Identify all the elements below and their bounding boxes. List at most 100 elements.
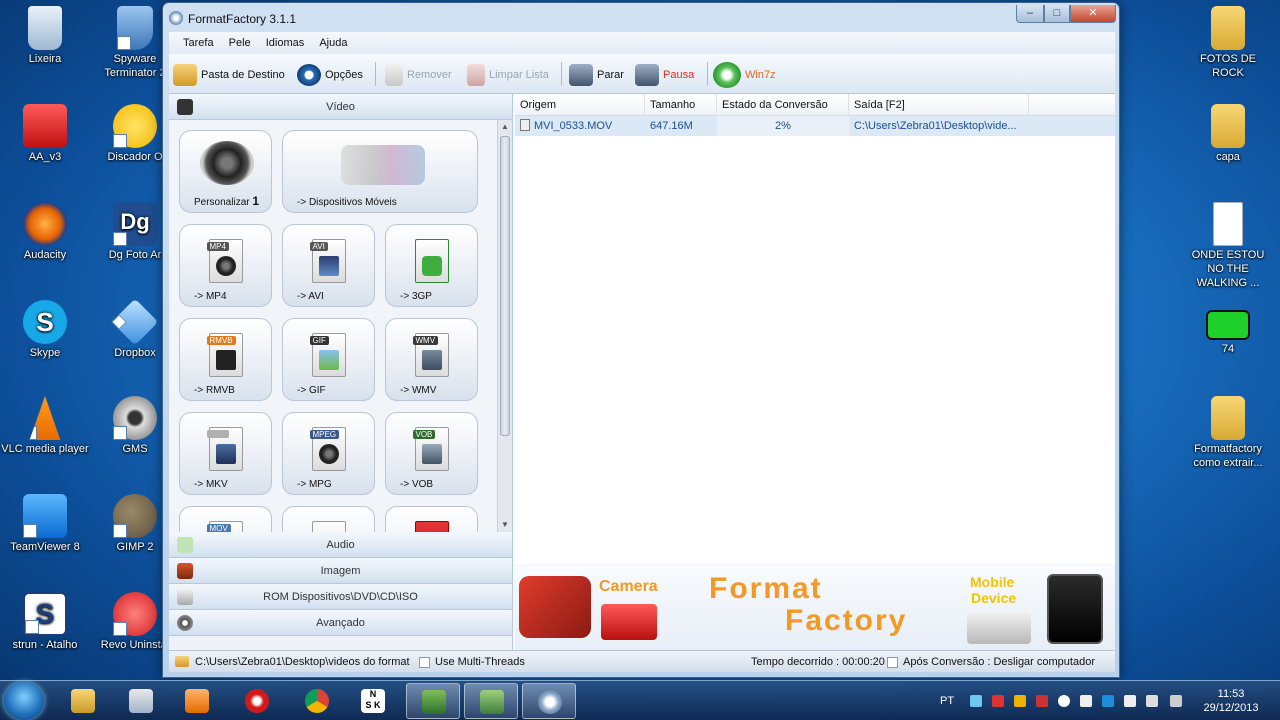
table-row[interactable]: MVI_0533.MOV 647.16M 2% C:\Users\Zebra01… — [515, 116, 1115, 136]
paint-icon — [129, 689, 153, 713]
signal-icon[interactable] — [1170, 695, 1182, 707]
desktop-icon-teamviewer[interactable]: TeamViewer 8 — [0, 494, 90, 554]
camcorder-icon — [519, 576, 591, 638]
remove-button[interactable]: Remover — [385, 62, 452, 88]
menu-tarefa[interactable]: Tarefa — [177, 32, 220, 54]
audacity-icon — [23, 202, 67, 246]
title-bar[interactable]: FormatFactory 3.1.1 – □ ✕ — [163, 3, 1119, 31]
pause-button[interactable]: Pausa — [635, 62, 694, 88]
taskbar-chrome[interactable] — [290, 683, 344, 719]
desktop-icon-fotos-de-rock[interactable]: FOTOS DE ROCK — [1183, 6, 1273, 80]
tile-mobile-devices[interactable]: -> Dispositivos Móveis — [282, 130, 478, 213]
folder-icon — [1211, 396, 1245, 440]
win7z-button[interactable]: Win7z — [713, 62, 776, 89]
video-grid-scrollbar[interactable]: ▲ ▼ — [497, 120, 512, 532]
desktop-icon-strun[interactable]: S strun - Atalho — [0, 592, 90, 652]
tile-mpg[interactable]: MPEG -> MPG — [282, 412, 375, 495]
menu-pele[interactable]: Pele — [223, 32, 257, 54]
category-audio[interactable]: Audio — [169, 532, 512, 558]
taskbar-media-player[interactable] — [170, 683, 224, 719]
start-button[interactable] — [4, 682, 44, 720]
tile-mov[interactable]: MOV — [179, 506, 272, 532]
tile-mkv[interactable]: -> MKV — [179, 412, 272, 495]
skype-icon: S — [23, 300, 67, 344]
desktop-icon-label: TeamViewer 8 — [10, 541, 80, 553]
tile-gif-label: -> GIF — [297, 385, 326, 396]
flag-icon[interactable] — [1124, 695, 1136, 707]
checkbox-icon — [887, 656, 898, 668]
tile-swf[interactable] — [385, 506, 478, 532]
tile-vob[interactable]: VOB -> VOB — [385, 412, 478, 495]
desktop-icon-skype[interactable]: S Skype — [0, 300, 90, 360]
column-header-saida[interactable]: Saída [F2] — [849, 94, 1029, 116]
taskbar-app-green-2[interactable] — [464, 683, 518, 719]
tile-3gp[interactable]: -> 3GP — [385, 224, 478, 307]
tile-avi[interactable]: AVI -> AVI — [282, 224, 375, 307]
after-conversion-label: Após Conversão : Desligar computador — [903, 656, 1095, 668]
column-header-tamanho[interactable]: Tamanho — [645, 94, 717, 116]
after-conversion-option[interactable]: Após Conversão : Desligar computador — [887, 651, 1095, 673]
category-advanced[interactable]: Avançado — [169, 610, 512, 636]
minimize-button[interactable]: – — [1016, 5, 1044, 23]
close-button[interactable]: ✕ — [1070, 5, 1116, 23]
pause-label: Pausa — [663, 69, 695, 81]
tray-icon[interactable] — [1036, 695, 1048, 707]
desktop-icon-formatfactory-folder[interactable]: Formatfactory como extrair... — [1183, 396, 1273, 470]
desktop-icon-label: Audacity — [23, 249, 67, 261]
taskbar-app-red[interactable] — [230, 683, 284, 719]
category-advanced-label: Avançado — [316, 617, 365, 629]
stop-button[interactable]: Parar — [569, 62, 624, 88]
3gp-file-icon — [414, 239, 449, 283]
maximize-button[interactable]: □ — [1044, 5, 1070, 23]
volume-icon[interactable] — [1080, 695, 1092, 707]
scroll-down-icon[interactable]: ▼ — [498, 518, 512, 532]
options-button[interactable]: Opções — [297, 62, 363, 88]
clock[interactable]: 11:53 29/12/2013 — [1196, 687, 1266, 715]
desktop-icon-vlc[interactable]: VLC media player — [0, 396, 90, 456]
menu-ajuda[interactable]: Ajuda — [313, 32, 353, 54]
category-rom[interactable]: ROM Dispositivos\DVD\CD\ISO — [169, 584, 512, 610]
desktop-icon-walking-doc[interactable]: ONDE ESTOU NO THE WALKING ... — [1183, 202, 1273, 290]
desktop-icon-74[interactable]: 74 — [1183, 310, 1273, 356]
category-video[interactable]: Vídeo — [169, 94, 512, 120]
scroll-up-icon[interactable]: ▲ — [498, 120, 512, 134]
media-player-icon — [185, 689, 209, 713]
folder-icon — [1211, 6, 1245, 50]
taskbar-explorer[interactable] — [56, 683, 110, 719]
tray-icon[interactable] — [1014, 695, 1026, 707]
tile-mp4[interactable]: MP4 -> MP4 — [179, 224, 272, 307]
tile-custom[interactable]: Personalizar 1 — [179, 130, 272, 213]
network-icon[interactable] — [1146, 695, 1158, 707]
tray-icon[interactable] — [992, 695, 1004, 707]
cell-progress: 2% — [717, 116, 849, 136]
language-indicator[interactable]: PT — [940, 681, 954, 720]
desktop-icon-aa[interactable]: AA_v3 — [0, 104, 90, 164]
destination-folder-button[interactable]: Pasta de Destino — [173, 62, 285, 88]
category-image[interactable]: Imagem — [169, 558, 512, 584]
taskbar-format-factory[interactable] — [522, 683, 576, 719]
desktop-icon-audacity[interactable]: Audacity — [0, 202, 90, 262]
tile-gif[interactable]: GIF -> GIF — [282, 318, 375, 401]
taskbar-nsk-app[interactable]: NS K — [346, 683, 400, 719]
tray-icon[interactable] — [970, 695, 982, 707]
column-header-estado[interactable]: Estado da Conversão — [717, 94, 849, 116]
mp4-file-icon: MP4 — [206, 239, 243, 283]
format-factory-window: FormatFactory 3.1.1 – □ ✕ Tarefa Pele Id… — [162, 2, 1120, 678]
clear-list-button[interactable]: Limpar Lista — [467, 62, 549, 88]
desktop-icon-label: strun - Atalho — [12, 639, 78, 651]
taskbar-app-green[interactable] — [406, 683, 460, 719]
tile-rmvb[interactable]: RMVB -> RMVB — [179, 318, 272, 401]
column-header-origem[interactable]: Origem — [515, 94, 645, 116]
tray-icon[interactable] — [1058, 695, 1070, 707]
toolbar-separator — [561, 62, 562, 86]
multithreads-checkbox[interactable]: Use Multi-Threads — [419, 651, 525, 673]
scrollbar-thumb[interactable] — [500, 136, 510, 436]
desktop-icon-recycle-bin[interactable]: Lixeira — [0, 6, 90, 66]
skype-tray-icon[interactable] — [1102, 695, 1114, 707]
folder-icon — [71, 689, 95, 713]
desktop-icon-capa[interactable]: capa — [1183, 104, 1273, 164]
tile-flv[interactable] — [282, 506, 375, 532]
taskbar-paint[interactable] — [114, 683, 168, 719]
menu-idiomas[interactable]: Idiomas — [260, 32, 311, 54]
tile-wmv[interactable]: WMV -> WMV — [385, 318, 478, 401]
